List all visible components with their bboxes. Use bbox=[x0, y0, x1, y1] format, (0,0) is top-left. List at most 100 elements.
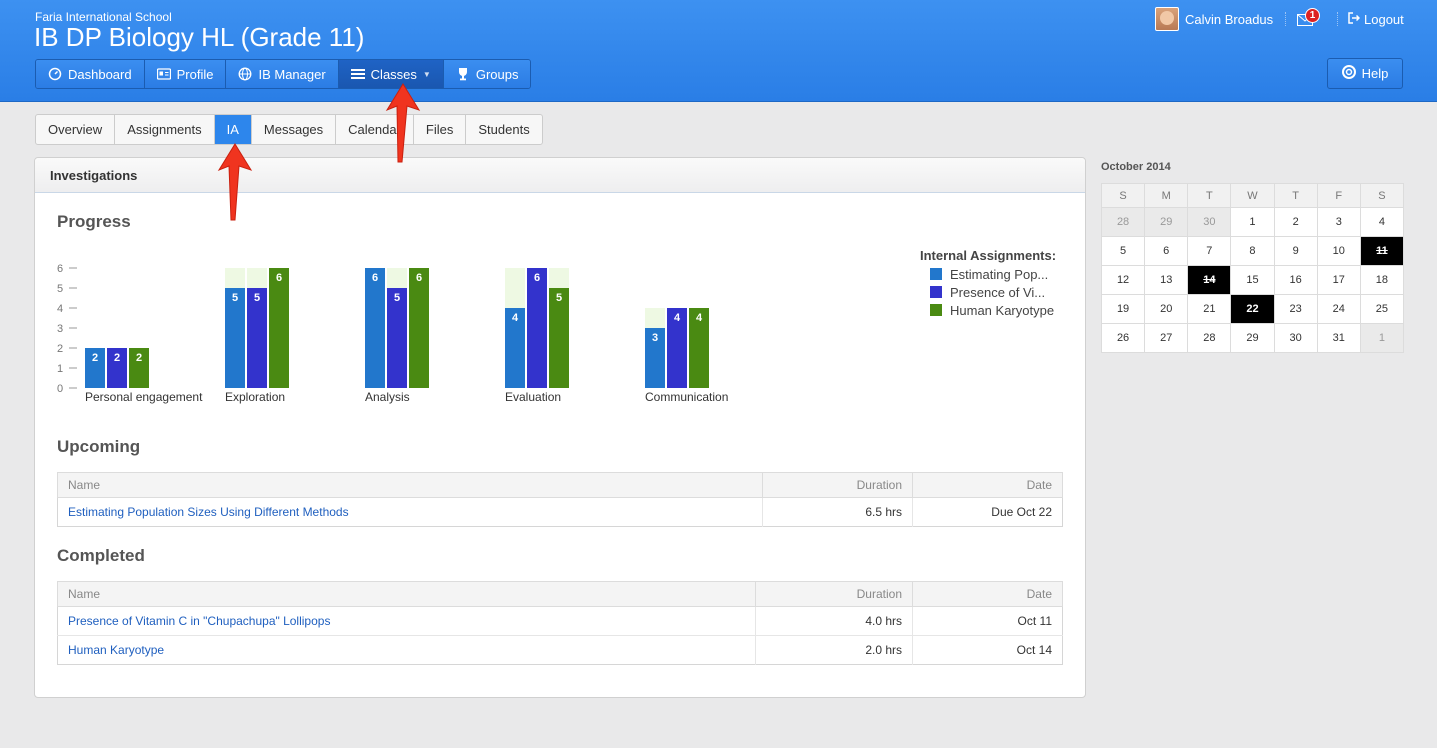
calendar-day[interactable]: 29 bbox=[1230, 323, 1275, 353]
calendar-day[interactable]: 1 bbox=[1359, 323, 1405, 353]
user-name: Calvin Broadus bbox=[1185, 11, 1274, 27]
nav-dashboard[interactable]: Dashboard bbox=[36, 60, 145, 88]
table-row: Estimating Population Sizes Using Differ… bbox=[57, 497, 1063, 527]
main-nav: Dashboard Profile IB Manager Classes ▼ G… bbox=[35, 59, 532, 89]
calendar-day[interactable]: 3 bbox=[1316, 207, 1361, 237]
calendar-day[interactable]: 4 bbox=[1359, 207, 1405, 237]
calendar-day[interactable]: 10 bbox=[1316, 236, 1361, 266]
globe-icon bbox=[238, 67, 252, 81]
chevron-down-icon: ▼ bbox=[422, 69, 431, 79]
calendar-week: 26 27 28 29 30 31 1 bbox=[1100, 323, 1405, 353]
bar-value-label: 6 bbox=[276, 272, 282, 284]
tab-overview[interactable]: Overview bbox=[36, 115, 116, 144]
y-tick-label: 6 bbox=[57, 263, 63, 275]
calendar-day[interactable]: 31 bbox=[1316, 323, 1361, 353]
y-tick-label: 0 bbox=[57, 383, 63, 395]
calendar-day[interactable]: 7 bbox=[1187, 236, 1232, 266]
date-cell: Oct 11 bbox=[912, 606, 1063, 636]
calendar-day[interactable]: 24 bbox=[1316, 294, 1361, 324]
category-label: Personal engagement bbox=[85, 390, 203, 404]
calendar-day[interactable]: 13 bbox=[1144, 265, 1189, 295]
completed-table: Name Duration Date Presence of Vitamin C… bbox=[57, 581, 1063, 665]
y-tick-label: 3 bbox=[57, 323, 63, 335]
bar-value-label: 6 bbox=[416, 272, 422, 284]
calendar-day[interactable]: 25 bbox=[1359, 294, 1405, 324]
calendar-day[interactable]: 29 bbox=[1144, 207, 1189, 237]
help-button[interactable]: Help bbox=[1327, 58, 1403, 89]
duration-cell: 2.0 hrs bbox=[755, 635, 913, 665]
bar-value-label: 4 bbox=[674, 312, 681, 324]
legend-label: Estimating Pop... bbox=[950, 266, 1049, 282]
divider bbox=[1337, 12, 1338, 26]
calendar-day[interactable]: 17 bbox=[1316, 265, 1361, 295]
nav-label: Profile bbox=[176, 66, 214, 82]
calendar-day[interactable]: 19 bbox=[1100, 294, 1146, 324]
calendar-day[interactable]: 30 bbox=[1187, 207, 1232, 237]
calendar-day[interactable]: 11 bbox=[1359, 236, 1405, 266]
category-label: Evaluation bbox=[505, 390, 561, 404]
bar-value-label: 6 bbox=[372, 272, 378, 284]
calendar-day[interactable]: 21 bbox=[1187, 294, 1232, 324]
calendar-day[interactable]: 28 bbox=[1187, 323, 1232, 353]
calendar-day[interactable]: 8 bbox=[1230, 236, 1275, 266]
notification-badge: 1 bbox=[1305, 8, 1320, 23]
calendar-day[interactable]: 6 bbox=[1144, 236, 1189, 266]
calendar-week: 19 20 21 22 23 24 25 bbox=[1100, 294, 1405, 324]
page-title: IB DP Biology HL (Grade 11) bbox=[34, 22, 365, 52]
upcoming-title: Upcoming bbox=[57, 437, 141, 456]
legend-swatch bbox=[930, 286, 942, 298]
calendar-day[interactable]: 27 bbox=[1144, 323, 1189, 353]
bar-value-label: 5 bbox=[254, 292, 260, 304]
nav-groups[interactable]: Groups bbox=[443, 60, 531, 88]
upcoming-table: Name Duration Date Estimating Population… bbox=[57, 472, 1063, 527]
calendar-day[interactable]: 28 bbox=[1100, 207, 1146, 237]
chart-legend: Internal Assignments: Estimating Pop... … bbox=[920, 248, 1070, 319]
calendar-week: 12 13 14 15 16 17 18 bbox=[1100, 265, 1405, 295]
nav-profile[interactable]: Profile bbox=[144, 60, 227, 88]
legend-label: Human Karyotype bbox=[950, 302, 1055, 318]
progress-chart: 0 1 2 3 4 5 6 2 2 2 Personal engagement 5 5 6 Explorat… bbox=[57, 253, 1067, 413]
nav-label: Groups bbox=[475, 66, 519, 82]
assignment-link[interactable]: Human Karyotype bbox=[68, 643, 164, 657]
tab-students[interactable]: Students bbox=[466, 115, 541, 144]
calendar-day[interactable]: 30 bbox=[1273, 323, 1318, 353]
tab-assignments[interactable]: Assignments bbox=[115, 115, 215, 144]
bar-value-label: 2 bbox=[114, 352, 120, 364]
assignment-link[interactable]: Presence of Vitamin C in "Chupachupa" Lo… bbox=[68, 614, 330, 628]
profile-card-icon bbox=[156, 67, 171, 81]
bar bbox=[527, 268, 547, 388]
nav-ib-manager[interactable]: IB Manager bbox=[226, 60, 339, 88]
mini-calendar: S M T W T F S 28 29 30 1 2 3 4 5 6 7 8 9 10 11 12 13 14 1… bbox=[1100, 183, 1405, 353]
calendar-day[interactable]: 18 bbox=[1359, 265, 1405, 295]
logout-link[interactable]: Logout bbox=[1348, 12, 1404, 27]
calendar-day[interactable]: 2 bbox=[1273, 207, 1318, 237]
weekday: T bbox=[1273, 183, 1318, 208]
calendar-day[interactable]: 20 bbox=[1144, 294, 1189, 324]
calendar-day[interactable]: 26 bbox=[1100, 323, 1146, 353]
calendar-day[interactable]: 16 bbox=[1273, 265, 1318, 295]
weekday: W bbox=[1230, 183, 1275, 208]
weekday: S bbox=[1100, 183, 1146, 208]
user-menu[interactable]: Calvin Broadus bbox=[1155, 7, 1273, 31]
calendar-day[interactable]: 23 bbox=[1273, 294, 1318, 324]
legend-swatch bbox=[930, 304, 942, 316]
calendar-day[interactable]: 12 bbox=[1100, 265, 1146, 295]
annotation-arrow bbox=[385, 83, 421, 163]
calendar-title: October 2014 bbox=[1101, 161, 1171, 173]
calendar-day[interactable]: 9 bbox=[1273, 236, 1318, 266]
calendar-day[interactable]: 1 bbox=[1230, 207, 1275, 237]
col-duration: Duration bbox=[755, 581, 913, 607]
weekday: S bbox=[1359, 183, 1405, 208]
calendar-day[interactable]: 22 bbox=[1230, 294, 1275, 324]
date-cell: Due Oct 22 bbox=[912, 497, 1063, 527]
calendar-day[interactable]: 14 bbox=[1187, 265, 1232, 295]
col-date: Date bbox=[912, 472, 1063, 498]
calendar-day[interactable]: 5 bbox=[1100, 236, 1146, 266]
investigations-panel: Investigations Progress 0 1 2 3 4 5 6 2 2 2 Person… bbox=[34, 157, 1086, 698]
calendar-day[interactable]: 15 bbox=[1230, 265, 1275, 295]
tab-messages[interactable]: Messages bbox=[252, 115, 337, 144]
col-name: Name bbox=[57, 581, 756, 607]
category-label: Communication bbox=[645, 390, 728, 404]
assignment-link[interactable]: Estimating Population Sizes Using Differ… bbox=[68, 505, 349, 519]
bar-value-label: 6 bbox=[534, 272, 540, 284]
